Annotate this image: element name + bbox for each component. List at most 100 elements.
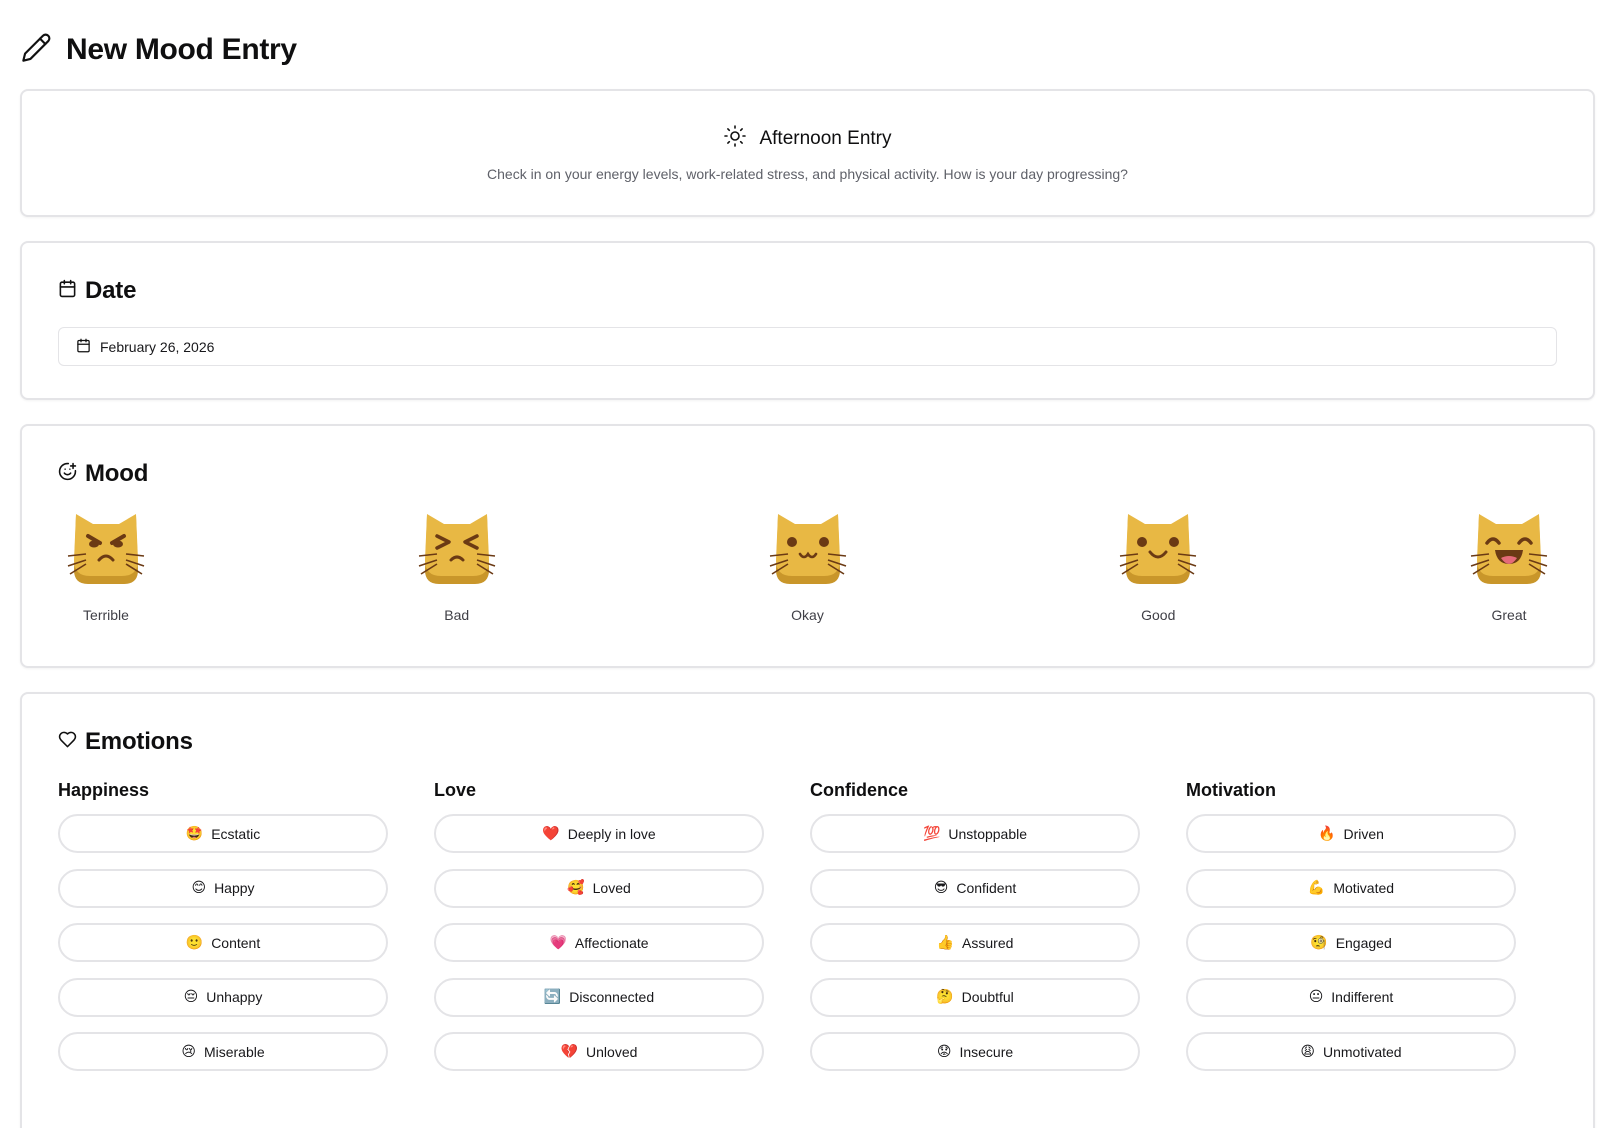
emotion-button-motivated[interactable]: 💪 Motivated — [1186, 868, 1516, 908]
emotion-label: Driven — [1343, 825, 1384, 842]
date-picker-button[interactable]: February 26, 2026 — [58, 327, 1557, 366]
emotion-label: Unmotivated — [1323, 1043, 1402, 1060]
mood-label: Bad — [444, 607, 470, 623]
hundred-points-emoji-icon: 💯 — [922, 825, 941, 842]
mood-option-great[interactable]: Great — [1469, 510, 1549, 623]
emotion-category-love: Love ❤️ Deeply in love 🥰 Loved 💗 Affectiona… — [434, 780, 764, 1087]
intro-description: Check in on your energy levels, work-rel… — [487, 166, 1128, 182]
emotions-section-title: Emotions — [85, 728, 193, 755]
neutral-face-emoji-icon: 😐 — [1308, 989, 1324, 1005]
calendar-icon — [58, 279, 85, 303]
emotion-label: Confident — [956, 880, 1017, 896]
emotion-button-happy[interactable]: 😊 Happy — [58, 868, 388, 908]
mood-option-okay[interactable]: Okay — [768, 510, 848, 623]
smiling-cat-icon — [1118, 510, 1198, 595]
emotion-label: Happy — [214, 880, 255, 896]
mood-options: Terrible Bad Okay Good Great — [58, 510, 1557, 623]
sun-icon — [723, 124, 759, 153]
emotion-category-title: Love — [434, 780, 477, 800]
monocle-face-emoji-icon: 🧐 — [1310, 934, 1328, 951]
growing-heart-emoji-icon: 💗 — [549, 934, 567, 951]
crying-face-emoji-icon: 😢 — [181, 1043, 196, 1060]
emotion-category-title: Happiness — [58, 780, 150, 800]
intro-title-row: Afternoon Entry — [723, 124, 892, 153]
emotion-label: Indifferent — [1331, 989, 1394, 1005]
emotion-label: Doubtful — [961, 989, 1014, 1005]
mood-section-header: Mood — [58, 460, 1557, 488]
emotion-label: Unstoppable — [948, 825, 1028, 842]
slight-smile-emoji-icon: 🙂 — [185, 934, 204, 951]
date-card: Date February 26, 2026 — [20, 241, 1595, 400]
mood-label: Great — [1491, 607, 1527, 623]
emotion-button-ecstatic[interactable]: 🤩 Ecstatic — [58, 814, 388, 853]
emotion-button-unloved[interactable]: 💔 Unloved — [434, 1032, 764, 1071]
mood-option-good[interactable]: Good — [1118, 510, 1198, 623]
emotion-button-miserable[interactable]: 😢 Miserable — [58, 1032, 388, 1071]
emotion-label: Engaged — [1335, 934, 1392, 951]
weary-face-emoji-icon: 😩 — [1300, 1043, 1315, 1060]
emotion-category-happiness: Happiness 🤩 Ecstatic 😊 Happy 🙂 Content 😔 Unh… — [58, 780, 388, 1087]
emotion-button-unstoppable[interactable]: 💯 Unstoppable — [810, 814, 1140, 853]
page-title: New Mood Entry — [66, 33, 297, 66]
smiling-face-emoji-icon: 😊 — [191, 880, 207, 896]
flexed-biceps-emoji-icon: 💪 — [1307, 880, 1326, 896]
emotion-category-motivation: Motivation 🔥 Driven 💪 Motivated 🧐 Engaged 😐… — [1186, 780, 1516, 1087]
emotion-button-insecure[interactable]: 😟 Insecure — [810, 1032, 1140, 1071]
page-header: New Mood Entry — [20, 30, 1595, 70]
emotion-button-content[interactable]: 🙂 Content — [58, 923, 388, 962]
emotion-category-title: Motivation — [1186, 780, 1276, 800]
emotion-button-loved[interactable]: 🥰 Loved — [434, 868, 764, 908]
mood-entry-page: New Mood Entry Afternoon Entry Check in … — [0, 0, 1615, 1128]
emotion-label: Assured — [962, 934, 1014, 951]
intro-title: Afternoon Entry — [759, 127, 892, 149]
emotions-grid: Happiness 🤩 Ecstatic 😊 Happy 🙂 Content 😔 Unh… — [58, 780, 1557, 1087]
emotion-category-title: Confidence — [810, 780, 909, 800]
mood-label: Terrible — [83, 607, 129, 623]
emotion-button-doubtful[interactable]: 🤔 Doubtful — [810, 977, 1140, 1017]
pensive-face-emoji-icon: 😔 — [183, 989, 199, 1005]
emotion-label: Ecstatic — [211, 825, 261, 842]
emotion-category-confidence: Confidence 💯 Unstoppable 😎 Confident 👍 Assu… — [810, 780, 1140, 1087]
mood-option-bad[interactable]: Bad — [417, 510, 497, 623]
emotion-label: Miserable — [203, 1043, 265, 1060]
fire-emoji-icon: 🔥 — [1318, 825, 1336, 842]
emotion-button-unhappy[interactable]: 😔 Unhappy — [58, 977, 388, 1017]
mood-label: Okay — [791, 607, 824, 623]
emotion-button-deeply-in-love[interactable]: ❤️ Deeply in love — [434, 814, 764, 853]
sunglasses-face-emoji-icon: 😎 — [933, 880, 949, 896]
pencil-icon — [20, 32, 66, 69]
worried-face-emoji-icon: 😟 — [936, 1043, 952, 1060]
emotion-button-unmotivated[interactable]: 😩 Unmotivated — [1186, 1032, 1516, 1071]
squinting-cat-icon — [417, 510, 497, 595]
emotion-button-confident[interactable]: 😎 Confident — [810, 868, 1140, 908]
emotion-button-affectionate[interactable]: 💗 Affectionate — [434, 923, 764, 962]
smile-plus-icon — [58, 462, 85, 486]
smiling-hearts-emoji-icon: 🥰 — [567, 880, 585, 896]
emotions-section-header: Emotions — [58, 728, 1557, 756]
mood-option-terrible[interactable]: Terrible — [66, 510, 146, 623]
emotion-button-disconnected[interactable]: 🔄 Disconnected — [434, 977, 764, 1017]
emotions-card: Emotions Happiness 🤩 Ecstatic 😊 Happy 🙂 Con… — [20, 692, 1595, 1128]
emotion-label: Unloved — [586, 1043, 638, 1060]
heart-icon — [58, 730, 85, 754]
emotion-button-assured[interactable]: 👍 Assured — [810, 923, 1140, 962]
emotion-button-indifferent[interactable]: 😐 Indifferent — [1186, 977, 1516, 1017]
emotion-button-driven[interactable]: 🔥 Driven — [1186, 814, 1516, 853]
emotion-button-engaged[interactable]: 🧐 Engaged — [1186, 923, 1516, 962]
calendar-icon — [76, 338, 100, 356]
red-heart-emoji-icon: ❤️ — [542, 825, 560, 842]
date-section-header: Date — [58, 277, 1557, 305]
emotion-label: Loved — [592, 880, 631, 896]
date-value: February 26, 2026 — [100, 338, 215, 355]
emotion-label: Unhappy — [206, 989, 263, 1005]
star-struck-emoji-icon: 🤩 — [185, 825, 204, 842]
neutral-cat-icon — [768, 510, 848, 595]
emotion-label: Insecure — [959, 1043, 1014, 1060]
mood-card: Mood Terrible Bad Okay Good Great — [20, 424, 1595, 668]
grinning-cat-icon — [1469, 510, 1549, 595]
date-section-title: Date — [85, 277, 137, 304]
entry-intro-card: Afternoon Entry Check in on your energy … — [20, 89, 1595, 217]
emotion-label: Affectionate — [574, 934, 649, 951]
thinking-face-emoji-icon: 🤔 — [936, 989, 954, 1005]
mood-label: Good — [1141, 607, 1176, 623]
